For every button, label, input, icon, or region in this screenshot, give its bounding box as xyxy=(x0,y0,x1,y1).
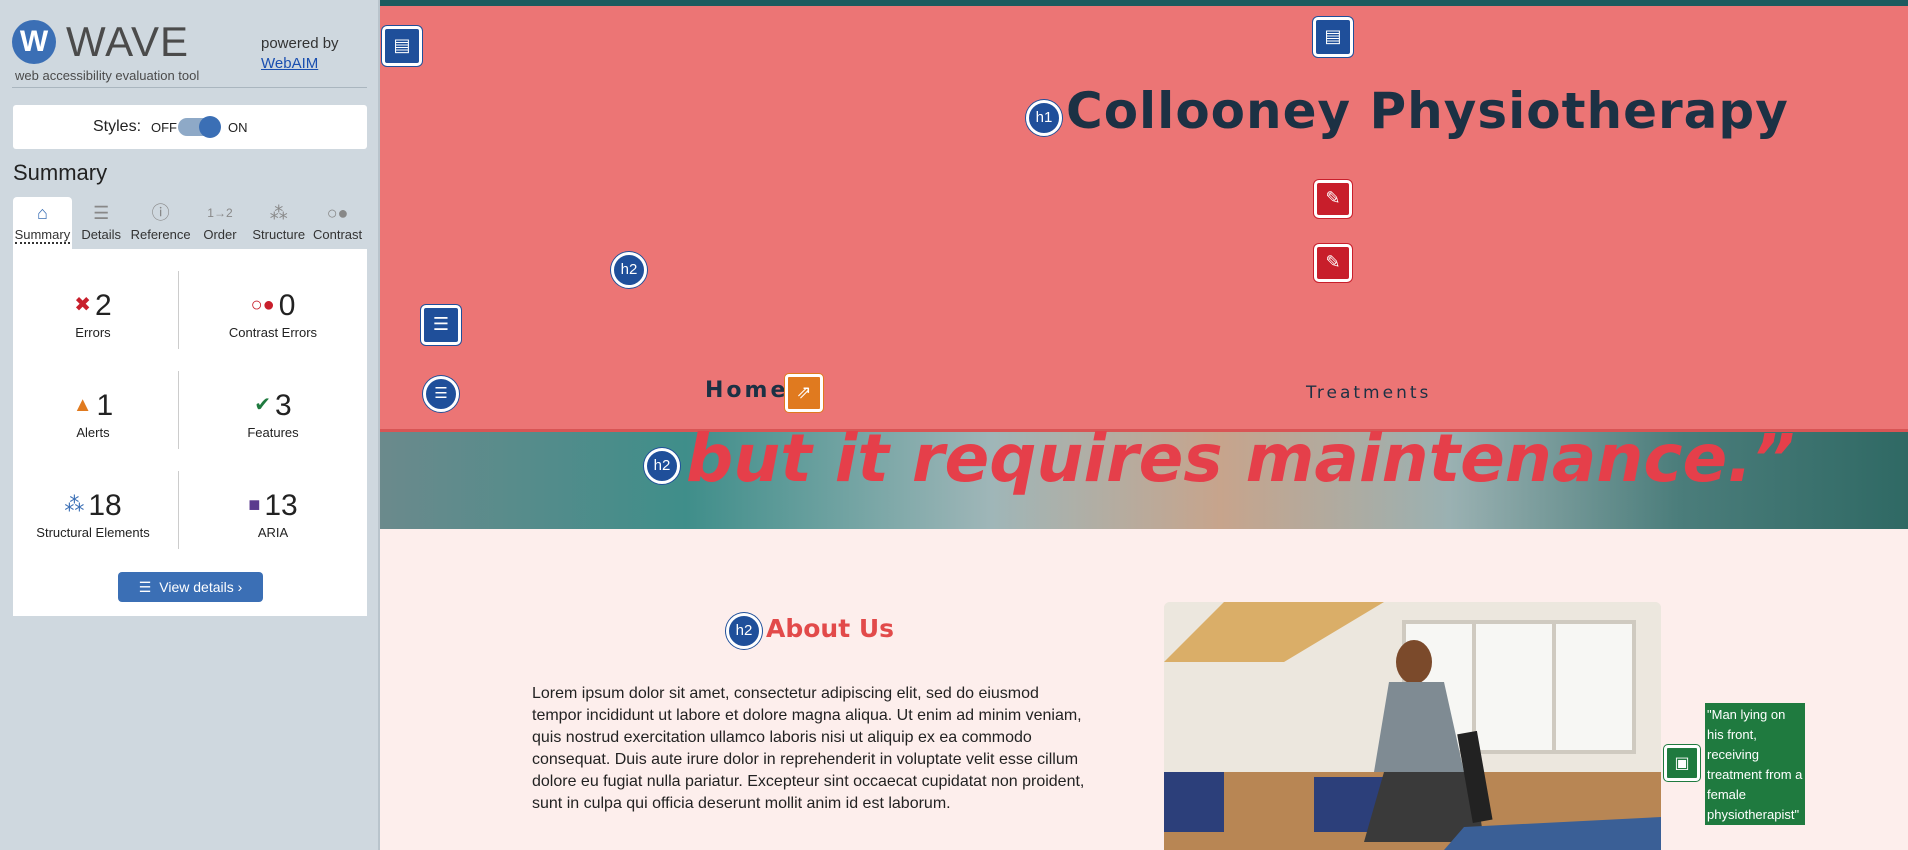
nav-home-link[interactable]: Home xyxy=(705,378,788,403)
aria-label: ARIA xyxy=(257,525,289,540)
alert-icon: ▲ xyxy=(72,394,93,416)
tab-label: Order xyxy=(203,227,237,242)
feature-icon: ✔ xyxy=(254,394,272,416)
physio-photo xyxy=(1164,602,1661,850)
contrast-errors-label: Contrast Errors xyxy=(228,325,318,340)
wave-tagline: web accessibility evaluation tool xyxy=(15,68,200,83)
structural-label: Structural Elements xyxy=(36,525,150,540)
stat-aria[interactable]: ■ 13 ARIA xyxy=(193,489,353,540)
about-heading: About Us xyxy=(766,614,895,643)
hero-quote: but it requires maintenance.” xyxy=(686,420,1795,497)
structure-icon: ⁂ xyxy=(269,203,288,223)
empty-link-error-icon[interactable]: ✎ xyxy=(1314,180,1352,218)
stat-structural[interactable]: ⁂ 18 Structural Elements xyxy=(13,489,173,540)
alt-text-feature-icon[interactable]: ▣ xyxy=(1664,745,1700,781)
styles-on-label: ON xyxy=(228,120,248,135)
error-icon: ✖ xyxy=(74,294,92,316)
tab-label: Summary xyxy=(14,227,71,244)
stat-alerts[interactable]: ▲ 1 Alerts xyxy=(13,389,173,440)
landmark-banner-icon[interactable]: ▤ xyxy=(1313,17,1353,57)
wave-logo-icon: W xyxy=(12,20,56,64)
styles-toggle-box: Styles: OFF ON xyxy=(13,105,367,149)
list-icon: ☰ xyxy=(93,203,110,223)
order-icon: 1→2 xyxy=(207,206,233,220)
divider xyxy=(178,271,179,349)
features-count: 3 xyxy=(275,389,292,422)
wave-logo-row: W WAVE web accessibility evaluation tool… xyxy=(12,18,367,88)
contrast-errors-count: 0 xyxy=(278,289,296,322)
wave-sidebar: W WAVE web accessibility evaluation tool… xyxy=(0,0,380,850)
structure-icon: ⁂ xyxy=(64,494,85,516)
nav-treatments-link[interactable]: Treatments xyxy=(1306,383,1431,403)
site-header xyxy=(380,6,1908,432)
info-icon: ⓘ xyxy=(151,203,170,223)
redundant-link-alert-icon[interactable]: ⇗ xyxy=(785,374,823,412)
aria-icon: ■ xyxy=(248,494,261,516)
errors-count: 2 xyxy=(95,289,112,322)
tab-details[interactable]: ☰ Details xyxy=(72,197,131,249)
physio-photo-illustration xyxy=(1164,602,1661,850)
aria-count: 13 xyxy=(264,489,298,522)
heading-h2-badge[interactable]: h2 xyxy=(644,448,680,484)
landmark-header-icon[interactable]: ▤ xyxy=(382,26,422,66)
heading-h2-badge[interactable]: h2 xyxy=(726,613,762,649)
stat-features[interactable]: ✔ 3 Features xyxy=(193,389,353,440)
powered-by: powered by WebAIM xyxy=(261,34,339,74)
view-details-button[interactable]: ☰ View details › xyxy=(118,572,263,602)
styles-toggle[interactable] xyxy=(178,116,221,138)
tab-summary[interactable]: ⌂ Summary xyxy=(13,197,72,249)
wave-logo-text: WAVE xyxy=(66,18,190,65)
evaluated-page: Collooney Physiotherapy Home Treatments … xyxy=(380,0,1908,850)
home-icon: ⌂ xyxy=(36,203,48,223)
summary-panel: ✖ 2 Errors ○● 0 Contrast Errors ▲ 1 Alerts … xyxy=(13,249,367,616)
wave-tabs: ⌂ Summary ☰ Details ⓘ Reference 1→2 Orde… xyxy=(13,197,367,249)
styles-label: Styles: xyxy=(93,118,142,135)
stat-errors[interactable]: ✖ 2 Errors xyxy=(13,289,173,340)
tab-label: Contrast xyxy=(313,227,363,242)
view-details-label: View details › xyxy=(159,579,243,595)
tab-label: Reference xyxy=(130,227,191,242)
heading-h2-badge[interactable]: h2 xyxy=(611,252,647,288)
webaim-link[interactable]: WebAIM xyxy=(261,55,318,72)
about-paragraph: Lorem ipsum dolor sit amet, consectetur … xyxy=(532,685,1085,812)
list-icon[interactable]: ☰ xyxy=(423,376,459,412)
features-label: Features xyxy=(247,425,299,440)
structural-count: 18 xyxy=(88,489,122,522)
landmark-navigation-icon[interactable]: ☰ xyxy=(421,305,461,345)
list-icon: ☰ xyxy=(138,579,152,595)
styles-off-label: OFF xyxy=(151,120,177,135)
tab-contrast[interactable]: ○● Contrast xyxy=(308,197,367,249)
contrast-icon: ○● xyxy=(326,203,349,223)
errors-label: Errors xyxy=(75,325,111,340)
tab-label: Structure xyxy=(252,227,306,242)
divider xyxy=(178,371,179,449)
alerts-label: Alerts xyxy=(76,425,110,440)
image-alt-text: "Man lying on his front, receiving treat… xyxy=(1705,703,1805,825)
tab-order[interactable]: 1→2 Order xyxy=(191,197,250,249)
site-title: Collooney Physiotherapy xyxy=(1066,82,1789,140)
toggle-knob xyxy=(199,116,221,138)
contrast-error-icon: ○● xyxy=(250,294,275,316)
tab-reference[interactable]: ⓘ Reference xyxy=(131,197,191,249)
stat-contrast-errors[interactable]: ○● 0 Contrast Errors xyxy=(193,289,353,340)
heading-h1-badge[interactable]: h1 xyxy=(1026,100,1062,136)
empty-link-error-icon[interactable]: ✎ xyxy=(1314,244,1352,282)
powered-by-text: powered by xyxy=(261,35,339,52)
tab-structure[interactable]: ⁂ Structure xyxy=(249,197,308,249)
summary-heading: Summary xyxy=(13,160,108,185)
tab-label: Details xyxy=(81,227,122,242)
alerts-count: 1 xyxy=(96,389,114,422)
divider xyxy=(178,471,179,549)
